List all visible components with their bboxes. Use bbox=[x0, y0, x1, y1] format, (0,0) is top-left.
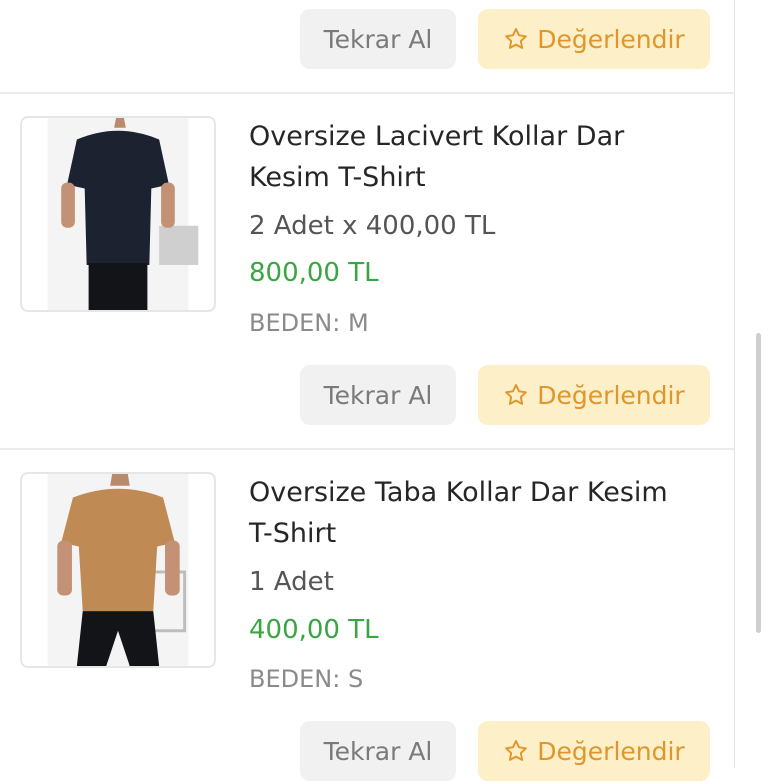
size-label: BEDEN: S bbox=[249, 665, 364, 693]
reorder-button[interactable]: Tekrar Al bbox=[300, 9, 456, 69]
product-photo-navy bbox=[47, 118, 199, 310]
reorder-button[interactable]: Tekrar Al bbox=[300, 365, 456, 425]
product-title[interactable]: Oversize Lacivert Kollar Dar Kesim T-Shi… bbox=[249, 116, 719, 198]
reorder-button[interactable]: Tekrar Al bbox=[300, 721, 456, 781]
reorder-label: Tekrar Al bbox=[323, 24, 433, 54]
rate-label: Değerlendir bbox=[537, 736, 685, 766]
reorder-label: Tekrar Al bbox=[323, 380, 433, 410]
star-outline-icon bbox=[505, 28, 528, 49]
item-divider bbox=[0, 92, 734, 94]
item-total: 400,00 TL bbox=[249, 615, 379, 645]
order-items-panel: Tekrar Al Değerlendir Oversize Lacivert … bbox=[0, 0, 735, 781]
rate-button[interactable]: Değerlendir bbox=[478, 721, 710, 781]
scrollbar-thumb[interactable] bbox=[756, 333, 761, 633]
product-image[interactable] bbox=[20, 116, 216, 312]
product-title-line: T-Shirt bbox=[249, 518, 337, 549]
star-outline-icon bbox=[505, 384, 528, 405]
quantity-price: 2 Adet x 400,00 TL bbox=[249, 211, 496, 241]
reorder-label: Tekrar Al bbox=[323, 736, 433, 766]
rate-button[interactable]: Değerlendir bbox=[478, 9, 710, 69]
rate-label: Değerlendir bbox=[537, 380, 685, 410]
item-divider bbox=[0, 448, 734, 450]
product-title-line: Oversize Taba Kollar Dar Kesim bbox=[249, 477, 668, 508]
rate-button[interactable]: Değerlendir bbox=[478, 365, 710, 425]
product-title-line: Oversize Lacivert Kollar Dar bbox=[249, 121, 625, 152]
star-outline-icon bbox=[505, 740, 528, 761]
product-title-line: Kesim T-Shirt bbox=[249, 162, 426, 193]
product-image[interactable] bbox=[20, 472, 216, 668]
product-title[interactable]: Oversize Taba Kollar Dar Kesim T-Shirt bbox=[249, 472, 719, 554]
size-label: BEDEN: M bbox=[249, 309, 369, 337]
product-photo-tan bbox=[47, 474, 189, 666]
item-total: 800,00 TL bbox=[249, 258, 379, 288]
quantity-price: 1 Adet bbox=[249, 567, 334, 597]
rate-label: Değerlendir bbox=[537, 24, 685, 54]
